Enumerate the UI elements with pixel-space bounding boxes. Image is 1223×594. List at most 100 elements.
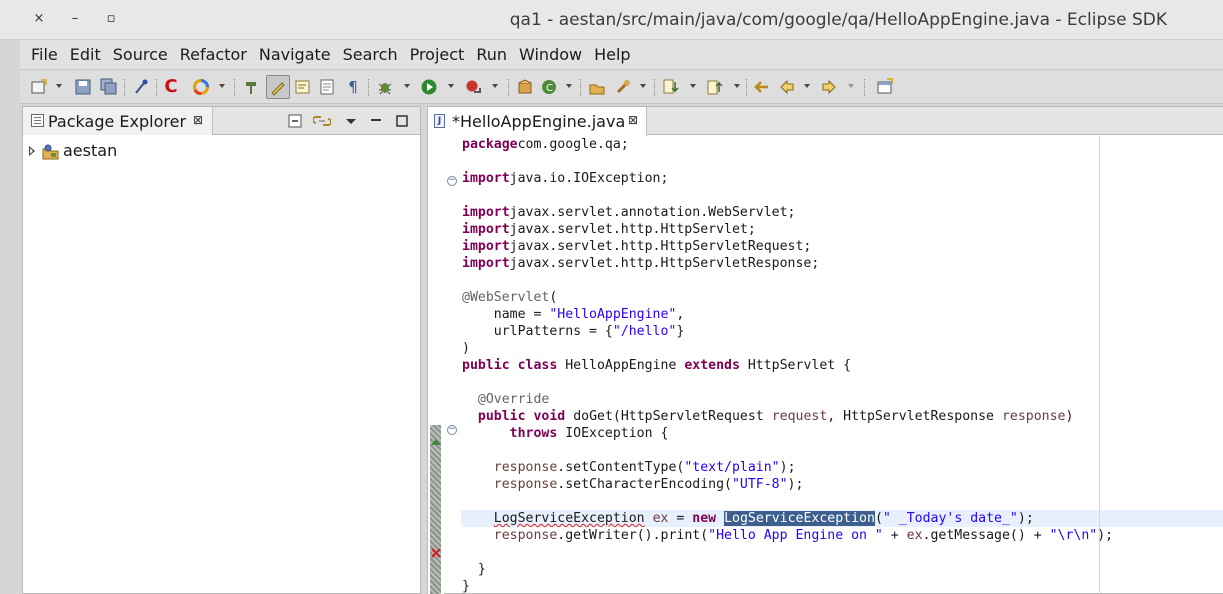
code-line[interactable]: LogServiceException ex = new LogServiceE… xyxy=(462,510,1222,527)
code-line[interactable]: importjavax.servlet.http.HttpServletResp… xyxy=(462,255,1222,272)
search-icon[interactable] xyxy=(614,78,632,96)
window-minimize-button[interactable]: – xyxy=(66,10,84,28)
code-token: , xyxy=(676,307,685,322)
fold-method-icon[interactable]: − xyxy=(447,425,457,435)
new-dropdown[interactable] xyxy=(56,84,62,88)
new-class-dropdown[interactable] xyxy=(566,84,572,88)
tab-package-explorer[interactable]: Package Explorer ⊠ xyxy=(23,107,213,135)
external-tools-icon[interactable] xyxy=(464,78,482,96)
forward-dropdown[interactable] xyxy=(848,84,854,88)
code-line[interactable]: packagecom.google.qa; xyxy=(462,136,1222,153)
code-line[interactable] xyxy=(462,272,1222,289)
override-marker-icon[interactable] xyxy=(431,439,441,445)
package-explorer-close-icon[interactable]: ⊠ xyxy=(193,113,203,127)
show-whitespace-icon[interactable]: ¶ xyxy=(344,78,362,96)
menu-refactor[interactable]: Refactor xyxy=(174,45,253,64)
forward-icon[interactable] xyxy=(820,78,838,96)
save-icon[interactable] xyxy=(74,78,92,96)
package-explorer-icon xyxy=(31,114,44,127)
previous-annotation-dropdown[interactable] xyxy=(734,84,740,88)
tab-hello-app-engine[interactable]: J *HelloAppEngine.java ⊠ xyxy=(428,107,647,136)
toolbar-separator xyxy=(746,79,747,96)
open-perspective-icon[interactable] xyxy=(876,78,894,96)
code-token: "HelloAppEngine" xyxy=(549,307,677,322)
toggle-highlight-icon[interactable] xyxy=(266,75,290,99)
code-line[interactable]: importjavax.servlet.http.HttpServletRequ… xyxy=(462,238,1222,255)
code-line[interactable]: } xyxy=(462,561,1222,578)
run-icon[interactable] xyxy=(420,78,438,96)
back-dropdown[interactable] xyxy=(804,84,810,88)
menu-window[interactable]: Window xyxy=(513,45,588,64)
open-task-icon[interactable] xyxy=(588,78,606,96)
run-dropdown[interactable] xyxy=(448,84,454,88)
save-all-icon[interactable] xyxy=(100,78,118,96)
back-icon[interactable] xyxy=(778,78,796,96)
code-text-area[interactable]: packagecom.google.qa; importjava.io.IOEx… xyxy=(462,136,1222,594)
code-token: " _Today's date_" xyxy=(882,511,1018,526)
code-line[interactable]: importjavax.servlet.http.HttpServlet; xyxy=(462,221,1222,238)
code-recommenders-icon[interactable]: C xyxy=(162,78,180,96)
maximize-view-icon[interactable] xyxy=(395,113,409,133)
next-annotation-dropdown[interactable] xyxy=(690,84,696,88)
new-class-icon[interactable]: C xyxy=(540,78,558,96)
menu-edit[interactable]: Edit xyxy=(64,45,107,64)
editor-tab-close-icon[interactable]: ⊠ xyxy=(628,113,638,127)
window-close-button[interactable]: × xyxy=(30,10,48,28)
pin-icon[interactable] xyxy=(132,78,150,96)
code-line[interactable]: public class HelloAppEngine extends Http… xyxy=(462,357,1222,374)
code-line[interactable] xyxy=(462,187,1222,204)
menu-search[interactable]: Search xyxy=(337,45,404,64)
menu-file[interactable]: File xyxy=(20,45,64,64)
code-line[interactable]: response.setContentType("text/plain"); xyxy=(462,459,1222,476)
google-dropdown[interactable] xyxy=(219,84,225,88)
code-line[interactable]: name = "HelloAppEngine", xyxy=(462,306,1222,323)
code-line[interactable]: @Override xyxy=(462,391,1222,408)
expand-arrow-icon[interactable] xyxy=(29,146,35,156)
menu-navigate[interactable]: Navigate xyxy=(253,45,337,64)
new-icon[interactable] xyxy=(30,78,48,96)
code-line[interactable]: response.setCharacterEncoding("UTF-8"); xyxy=(462,476,1222,493)
block-selection-icon[interactable] xyxy=(318,78,336,96)
previous-annotation-icon[interactable] xyxy=(706,78,724,96)
link-with-editor-icon[interactable] xyxy=(312,113,332,133)
code-line[interactable] xyxy=(462,374,1222,391)
code-line[interactable]: throws IOException { xyxy=(462,425,1222,442)
view-menu-icon[interactable] xyxy=(345,113,357,133)
code-line[interactable]: @WebServlet( xyxy=(462,289,1222,306)
window-maximize-button[interactable]: ▫ xyxy=(102,10,120,28)
tree-item-aestan[interactable]: aestan xyxy=(29,141,229,162)
code-line[interactable]: importjava.io.IOException; xyxy=(462,170,1222,187)
code-line[interactable]: response.getWriter().print("Hello App En… xyxy=(462,527,1222,544)
code-line[interactable]: public void doGet(HttpServletRequest req… xyxy=(462,408,1222,425)
code-token: LogServiceException xyxy=(493,511,645,526)
new-java-package-icon[interactable] xyxy=(516,78,534,96)
fold-imports-icon[interactable]: − xyxy=(447,176,457,186)
code-line[interactable] xyxy=(462,442,1222,459)
open-type-icon[interactable] xyxy=(242,78,260,96)
menu-run[interactable]: Run xyxy=(470,45,513,64)
code-token: new xyxy=(692,511,717,526)
error-marker-icon[interactable] xyxy=(431,543,441,558)
mark-occurrences-icon[interactable] xyxy=(294,78,312,96)
code-line[interactable]: } xyxy=(462,578,1222,594)
code-line[interactable] xyxy=(462,153,1222,170)
last-edit-icon[interactable] xyxy=(752,78,770,96)
debug-icon[interactable] xyxy=(376,78,394,96)
external-tools-dropdown[interactable] xyxy=(492,84,498,88)
menu-project[interactable]: Project xyxy=(404,45,471,64)
code-line[interactable] xyxy=(462,493,1222,510)
code-line[interactable] xyxy=(462,544,1222,561)
menu-source[interactable]: Source xyxy=(107,45,174,64)
minimize-view-icon[interactable] xyxy=(369,113,383,133)
code-token: public xyxy=(477,409,526,424)
collapse-all-icon[interactable] xyxy=(287,113,303,133)
debug-dropdown[interactable] xyxy=(404,84,410,88)
next-annotation-icon[interactable] xyxy=(662,78,680,96)
code-line[interactable]: importjavax.servlet.annotation.WebServle… xyxy=(462,204,1222,221)
code-line[interactable]: urlPatterns = {"/hello"} xyxy=(462,323,1222,340)
search-dropdown[interactable] xyxy=(640,84,646,88)
google-cloud-icon[interactable] xyxy=(192,78,210,96)
toolbar-separator xyxy=(234,79,235,96)
menu-help[interactable]: Help xyxy=(588,45,636,64)
code-line[interactable]: ) xyxy=(462,340,1222,357)
